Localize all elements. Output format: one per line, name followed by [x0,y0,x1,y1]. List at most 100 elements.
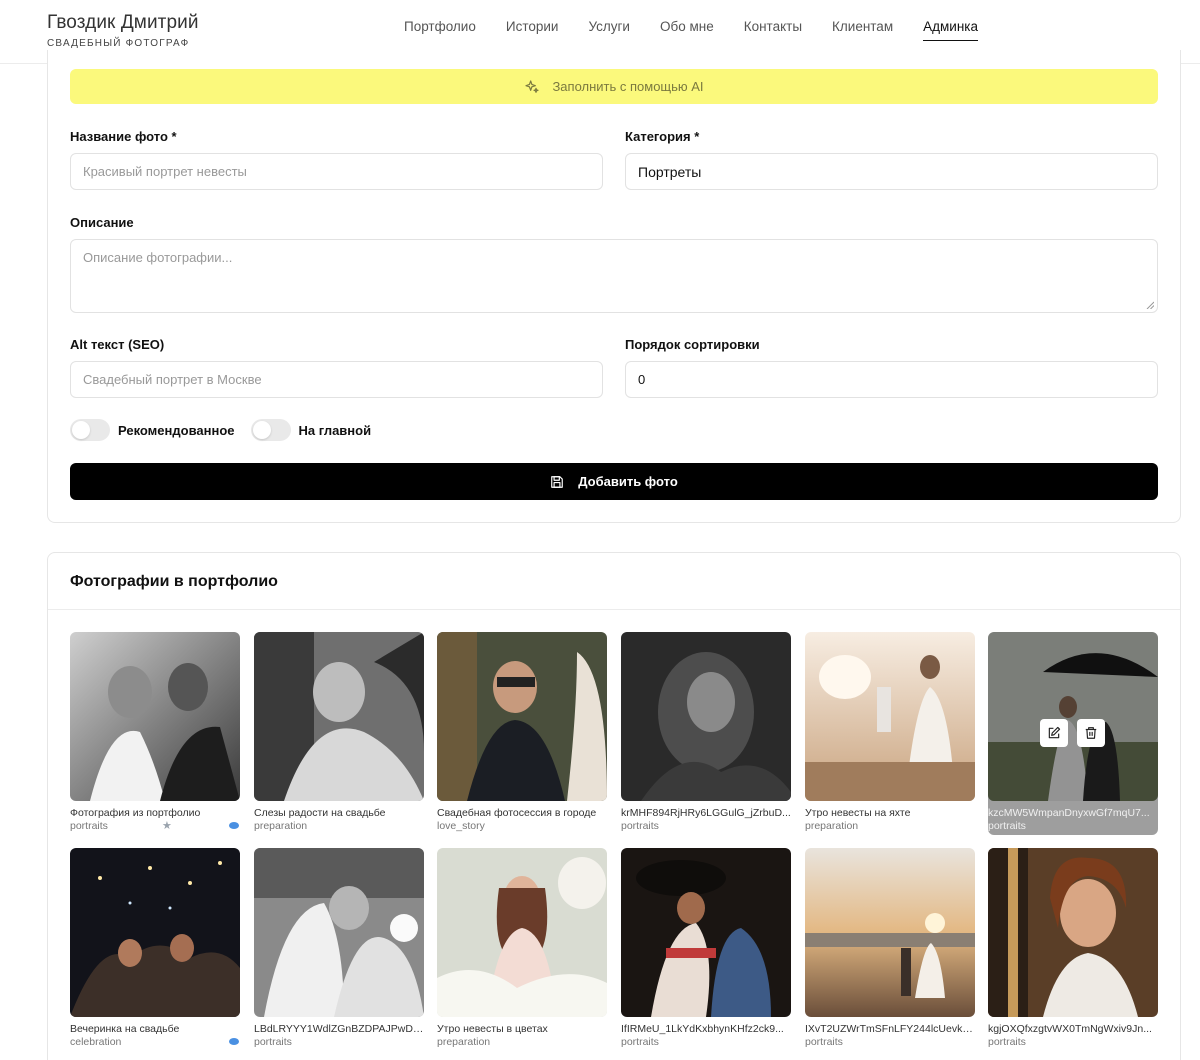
photo-category-text: portraits [621,1036,659,1048]
photo-category: portraits ★ [70,820,240,834]
photo-caption: Свадебная фотосессия в городе [437,807,597,819]
photo-caption: Слезы радости на свадьбе [254,807,386,819]
nav-admin[interactable]: Админка [923,19,978,41]
photo-tile[interactable]: Утро невесты в цветах preparation [437,848,607,1050]
resize-grip-icon[interactable] [1146,301,1154,309]
featured-label: Рекомендованное [118,422,235,438]
photo-thumbnail[interactable] [254,632,424,801]
edit-photo-button[interactable] [1040,719,1068,747]
photo-category: portraits [621,1036,791,1050]
category-value: Портреты [638,163,702,180]
nav-stories[interactable]: Истории [506,19,559,41]
alt-placeholder: Свадебный портрет в Москве [83,372,262,387]
photo-thumbnail[interactable] [805,632,975,801]
photo-thumbnail[interactable] [70,632,240,801]
category-select[interactable]: Портреты [625,153,1158,190]
brand-subtitle: СВАДЕБНЫЙ ФОТОГРАФ [47,38,190,49]
nav-clients[interactable]: Клиентам [832,19,893,41]
photo-thumbnail[interactable] [805,848,975,1017]
photo-thumbnail[interactable] [254,848,424,1017]
hover-overlay [988,632,1158,835]
sort-input[interactable]: 0 [625,361,1158,398]
photo-category-text: portraits [254,1036,292,1048]
photo-tile[interactable]: Фотография из портфолио portraits ★ [70,632,240,834]
photo-category-text: preparation [254,820,308,832]
photo-caption: Утро невесты в цветах [437,1023,548,1035]
photo-tile[interactable]: LBdLRYYY1WdlZGnBZDPAJPwDu... portraits [254,848,424,1050]
homepage-label: На главной [298,422,372,438]
title-input[interactable]: Красивый портрет невесты [70,153,603,190]
photo-category-text: preparation [437,1036,491,1048]
photo-category-text: portraits [70,820,108,832]
photo-caption: Фотография из портфолио [70,807,201,819]
ai-fill-button[interactable]: Заполнить с помощью AI [70,69,1158,104]
photo-caption: Утро невесты на яхте [805,807,911,819]
photo-tile[interactable]: IfIRMeU_1LkYdKxbhynKHfz2ck9... portraits [621,848,791,1050]
photo-caption: kzcMW5WmpanDnyxwGf7mqU7... [988,807,1150,819]
photo-thumbnail[interactable] [70,848,240,1017]
photo-tile[interactable]: Утро невесты на яхте preparation [805,632,975,834]
photo-category: love_story [437,820,607,834]
photo-tile[interactable]: Слезы радости на свадьбе preparation [254,632,424,834]
photo-thumbnail[interactable] [621,632,791,801]
save-icon [551,475,564,488]
sort-label: Порядок сортировки [625,337,760,352]
add-photo-button[interactable]: Добавить фото [70,463,1158,500]
photo-category: preparation [437,1036,607,1050]
photo-tile[interactable]: IXvT2UZWrTmSFnLFY244lcUevkp... portraits [805,848,975,1050]
homepage-toggle[interactable] [250,419,291,441]
photo-category: portraits [621,820,791,834]
nav-portfolio[interactable]: Портфолио [404,19,476,41]
title-placeholder: Красивый портрет невесты [83,164,247,179]
photo-category: preparation [805,820,975,834]
gallery-divider [48,609,1180,610]
alt-label: Alt текст (SEO) [70,337,165,352]
photo-tile-hovered[interactable]: kzcMW5WmpanDnyxwGf7mqU7... portraits [988,632,1158,835]
add-photo-label: Добавить фото [578,474,678,489]
photo-thumbnail[interactable] [437,632,607,801]
photo-category-text: portraits [805,1036,843,1048]
toggle-row: Рекомендованное На главной [70,419,387,441]
description-textarea[interactable]: Описание фотографии... [70,239,1158,313]
nav-services[interactable]: Услуги [588,19,630,41]
photo-caption: krMHF894RjHRy6LGGulG_jZrbuD... [621,807,791,819]
star-icon: ★ [162,820,172,832]
trash-icon [1085,727,1097,739]
delete-photo-button[interactable] [1077,719,1105,747]
photo-caption: Вечеринка на свадьбе [70,1023,180,1035]
photo-caption: IfIRMeU_1LkYdKxbhynKHfz2ck9... [621,1023,784,1035]
photo-category-text: preparation [805,820,859,832]
photo-caption: LBdLRYYY1WdlZGnBZDPAJPwDu... [254,1023,424,1035]
photo-tile[interactable]: Свадебная фотосессия в городе love_story [437,632,607,834]
edit-icon [1048,726,1061,739]
alt-input[interactable]: Свадебный портрет в Москве [70,361,603,398]
photo-category-text: portraits [988,820,1026,832]
photo-category: portraits [254,1036,424,1050]
photo-caption: IXvT2UZWrTmSFnLFY244lcUevkp... [805,1023,975,1035]
photo-category: portraits [988,1036,1158,1050]
nav-about[interactable]: Обо мне [660,19,714,41]
brand[interactable]: Гвоздик Дмитрий СВАДЕБНЫЙ ФОТОГРАФ [47,12,199,49]
photo-thumbnail[interactable] [988,848,1158,1017]
eye-icon [229,1038,239,1045]
main-nav: Портфолио Истории Услуги Обо мне Контакт… [404,19,1008,41]
photo-thumbnail[interactable] [621,848,791,1017]
photo-thumbnail[interactable] [437,848,607,1017]
photo-tile[interactable]: Вечеринка на свадьбе celebration [70,848,240,1050]
title-label: Название фото * [70,129,177,144]
category-label: Категория * [625,129,700,144]
photo-category-text: love_story [437,820,485,832]
photo-category: portraits [805,1036,975,1050]
description-placeholder: Описание фотографии... [83,250,233,265]
nav-contacts[interactable]: Контакты [744,19,802,41]
photo-tile[interactable]: krMHF894RjHRy6LGGulG_jZrbuD... portraits [621,632,791,834]
ai-fill-label: Заполнить с помощью AI [552,79,704,94]
photo-caption: kgjOXQfxzgtvWX0TmNgWxiv9Jn... [988,1023,1152,1035]
photo-category-text: celebration [70,1036,122,1048]
photo-category-text: portraits [621,820,659,832]
featured-toggle[interactable] [70,419,110,441]
photo-tile[interactable]: kgjOXQfxzgtvWX0TmNgWxiv9Jn... portraits [988,848,1158,1050]
photo-category: portraits [988,820,1158,834]
description-label: Описание [70,215,134,230]
eye-icon [229,822,239,829]
